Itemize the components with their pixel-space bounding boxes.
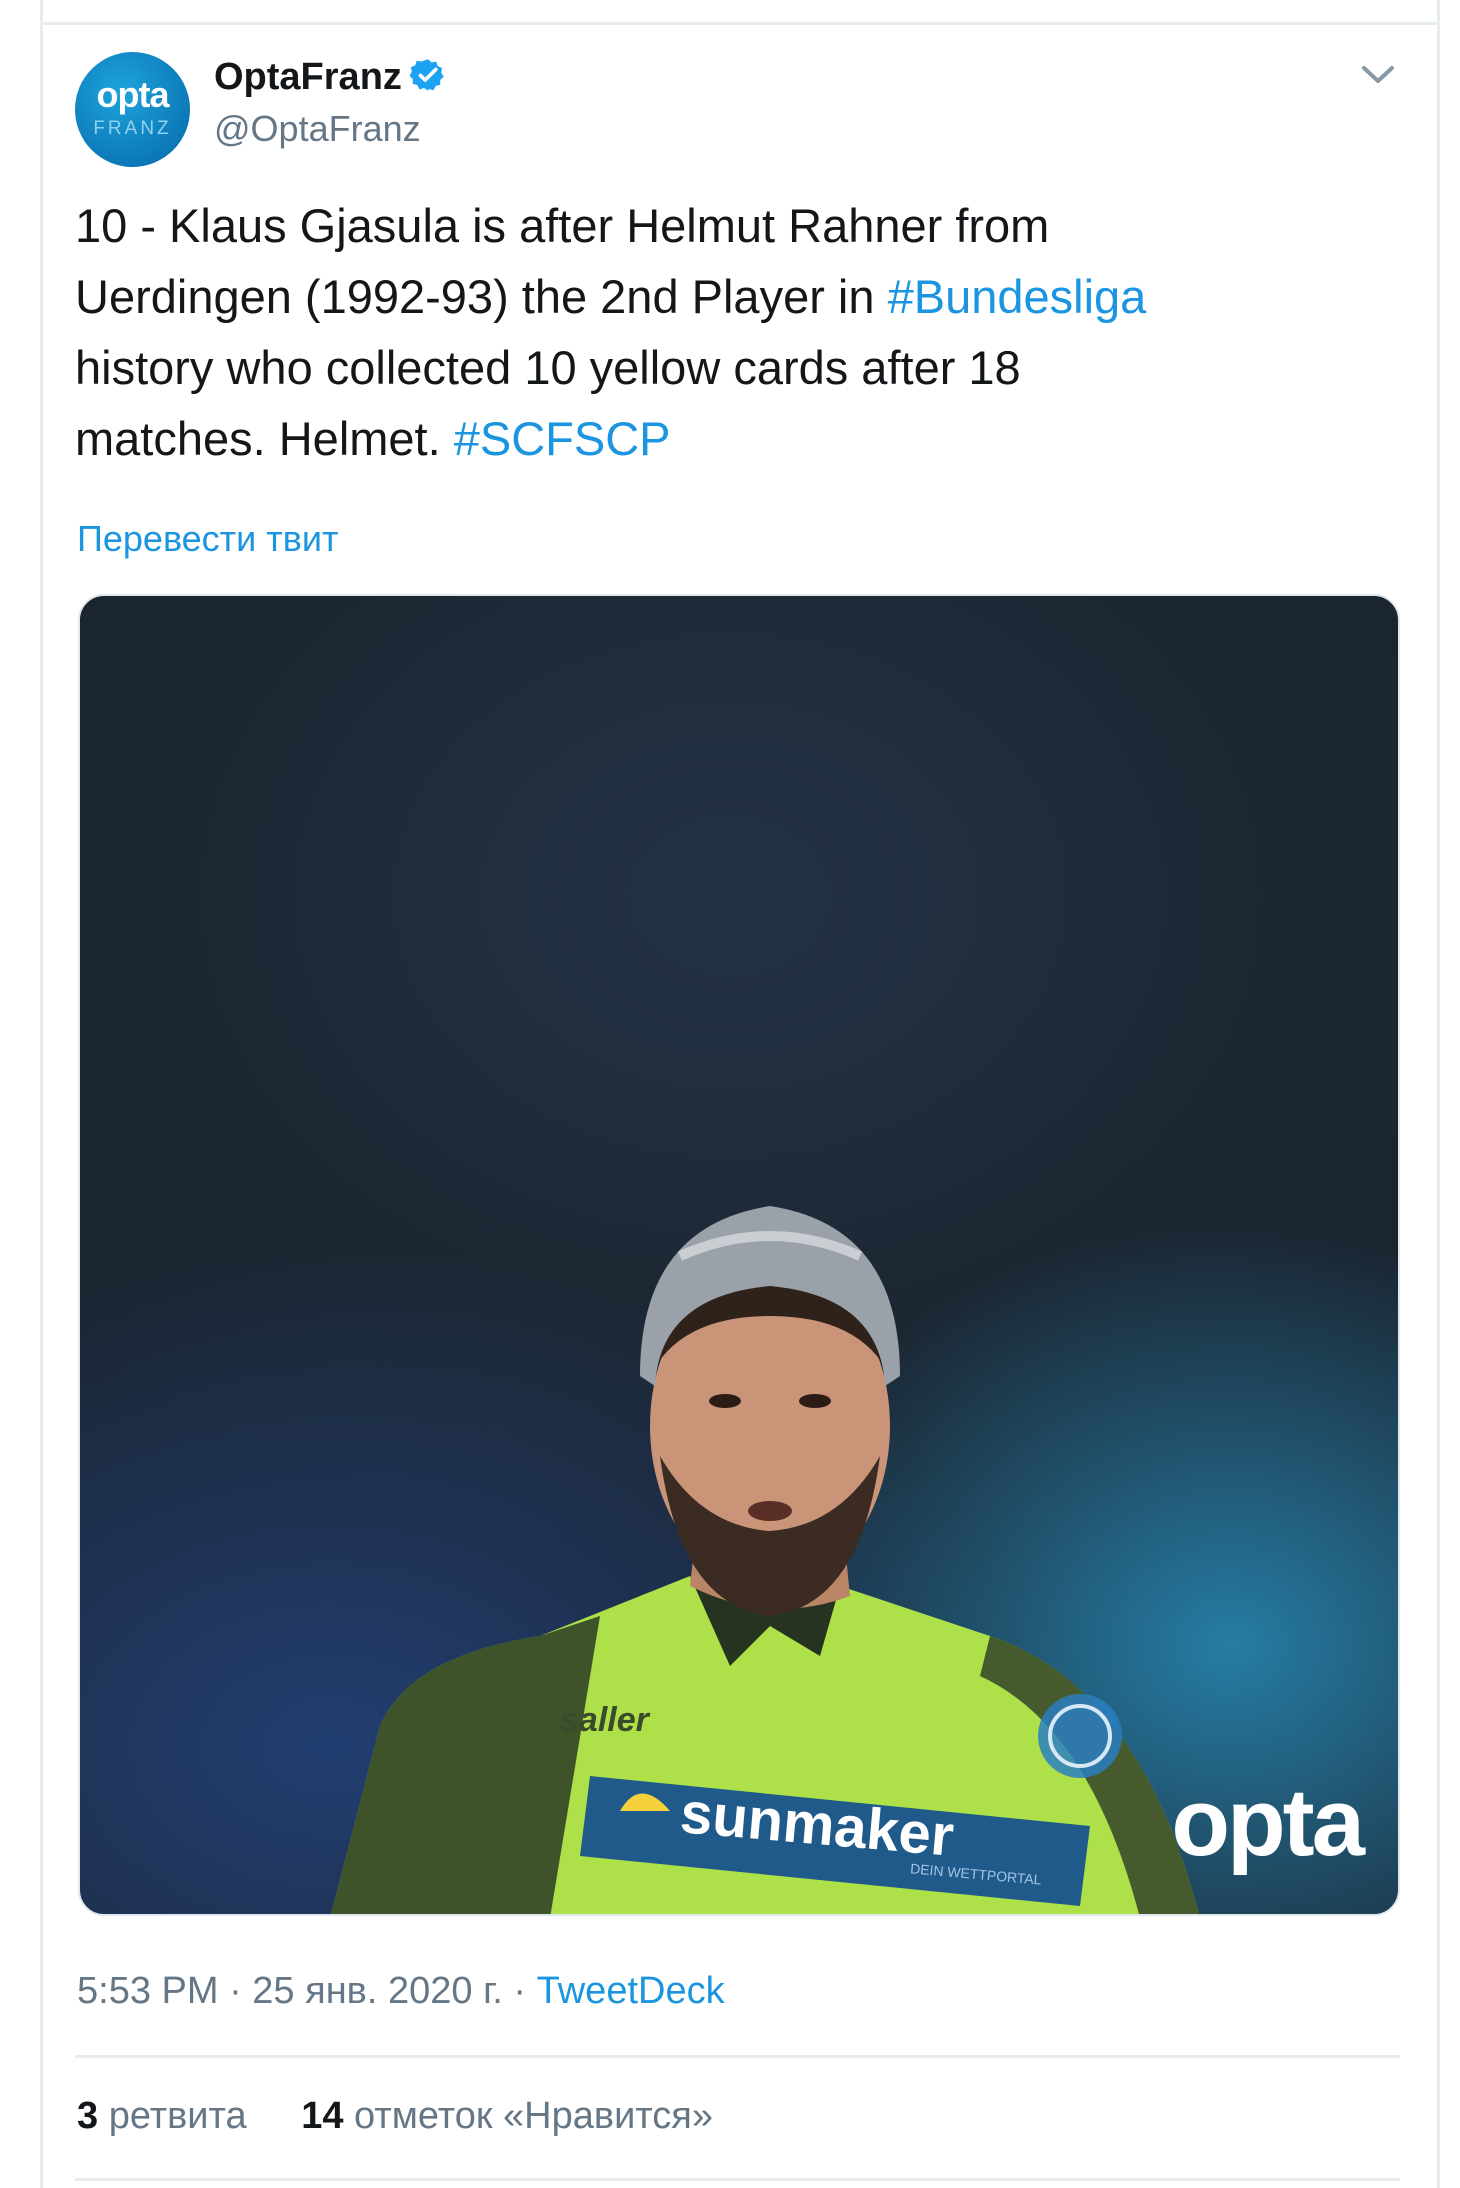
likes-count: 14 [301, 2095, 344, 2137]
hashtag-link[interactable]: #SCFSCP [454, 412, 671, 465]
tweet-text-segment: matches. Helmet. [75, 412, 454, 465]
tweet-metadata: 5:53 PM · 25 янв. 2020 г. · TweetDeck [77, 1970, 725, 2013]
tweet-text-segment: Uerdingen (1992-93) the 2nd Player in [75, 270, 888, 323]
translate-tweet-link[interactable]: Перевести твит [77, 518, 339, 560]
author-handle[interactable]: @OptaFranz [214, 108, 421, 150]
author-name-row[interactable]: OptaFranz [214, 56, 446, 103]
kit-brand-text: saller [560, 1701, 649, 1739]
opta-watermark: opta [1171, 1769, 1365, 1876]
retweets-label: ретвита [108, 2095, 247, 2137]
divider [75, 2055, 1400, 2058]
tweet-timestamp[interactable]: 5:53 PM · 25 янв. 2020 г. · [77, 1970, 537, 2012]
tweet-source-link[interactable]: TweetDeck [537, 1970, 725, 2012]
player-photo-icon [331, 1206, 1199, 1914]
verified-badge-icon [409, 57, 446, 103]
tweet-text-line: Uerdingen (1992-93) the 2nd Player in #B… [75, 261, 1415, 332]
avatar[interactable]: opta FRANZ [75, 52, 190, 167]
likes-stat[interactable]: 14 отметок «Нравится» [301, 2095, 713, 2138]
retweets-count: 3 [77, 2095, 99, 2137]
tweet-text: 10 - Klaus Gjasula is after Helmut Rahne… [75, 190, 1415, 474]
tweet-text-line: history who collected 10 yellow cards af… [75, 332, 1415, 403]
tweet-media-photo[interactable]: sunmaker DEIN WETTPORTAL saller opta [78, 594, 1400, 1916]
likes-label: отметок «Нравится» [354, 2095, 713, 2137]
avatar-logo-text: opta [96, 74, 170, 115]
tweet-text-line: matches. Helmet. #SCFSCP [75, 403, 1415, 474]
hashtag-link[interactable]: #Bundesliga [888, 270, 1147, 323]
tweet-text-line: 10 - Klaus Gjasula is after Helmut Rahne… [75, 190, 1415, 261]
tweet-text-segment: history who collected 10 yellow cards af… [75, 341, 1021, 394]
retweets-stat[interactable]: 3 ретвита [77, 2095, 247, 2138]
top-divider [40, 22, 1440, 25]
tweet-stats: 3 ретвита 14 отметок «Нравится» [77, 2095, 757, 2138]
tweet-text-segment: 10 - Klaus Gjasula is after Helmut Rahne… [75, 199, 1050, 252]
divider [75, 2178, 1400, 2181]
chevron-down-icon[interactable] [1358, 60, 1398, 90]
author-display-name[interactable]: OptaFranz [214, 56, 402, 98]
avatar-logo-subtext: FRANZ [93, 118, 172, 139]
